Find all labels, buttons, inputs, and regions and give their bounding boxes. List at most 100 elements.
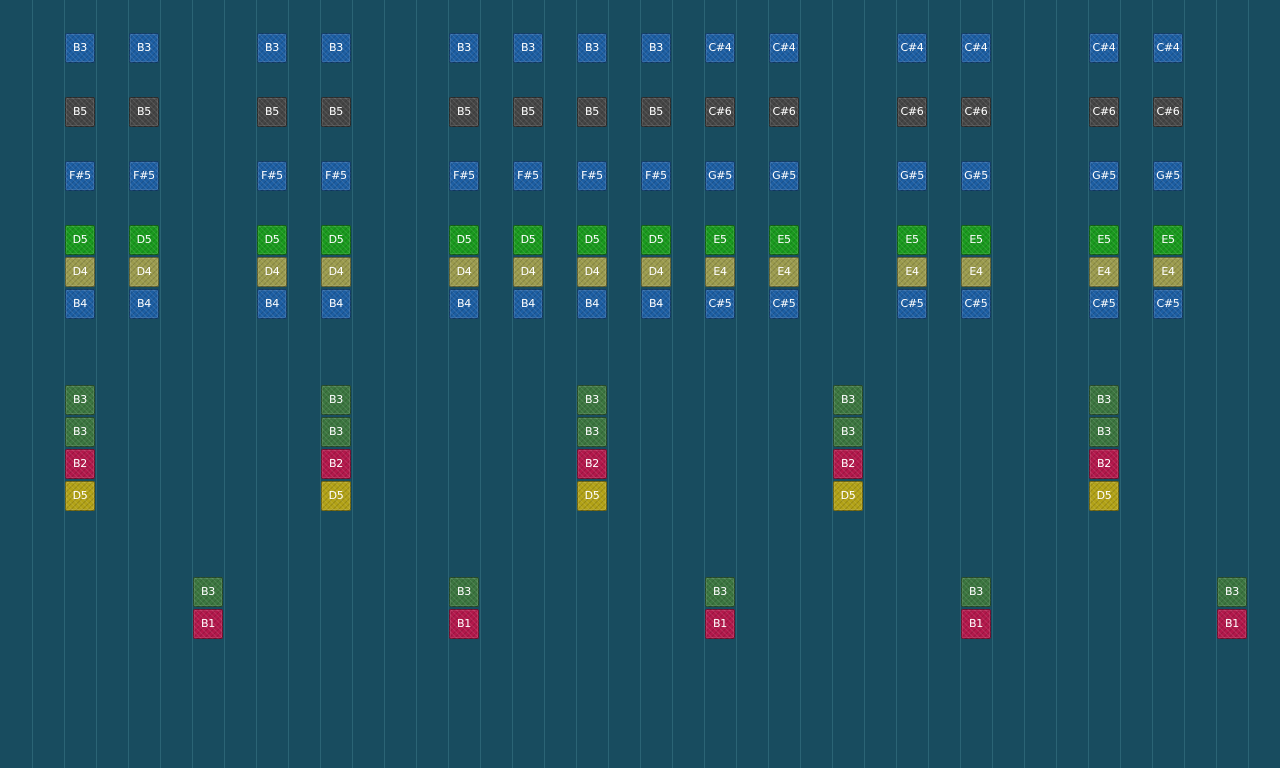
note-block[interactable]: G#5	[897, 161, 927, 191]
note-block[interactable]: B3	[449, 577, 479, 607]
note-block[interactable]: C#4	[897, 33, 927, 63]
note-block[interactable]: C#6	[961, 97, 991, 127]
note-block[interactable]: B3	[1217, 577, 1247, 607]
note-block[interactable]: B5	[65, 97, 95, 127]
note-block[interactable]: B3	[705, 577, 735, 607]
note-block[interactable]: C#5	[705, 289, 735, 319]
note-block[interactable]: B3	[833, 385, 863, 415]
note-block[interactable]: F#5	[641, 161, 671, 191]
note-block[interactable]: B5	[129, 97, 159, 127]
note-block[interactable]: B4	[513, 289, 543, 319]
note-block[interactable]: D5	[1089, 481, 1119, 511]
note-block[interactable]: G#5	[769, 161, 799, 191]
note-block[interactable]: E4	[1153, 257, 1183, 287]
note-block[interactable]: E5	[1089, 225, 1119, 255]
note-block[interactable]: C#6	[897, 97, 927, 127]
note-block[interactable]: F#5	[129, 161, 159, 191]
note-block[interactable]: E5	[961, 225, 991, 255]
note-block[interactable]: B4	[449, 289, 479, 319]
note-block[interactable]: C#5	[961, 289, 991, 319]
note-block[interactable]: B3	[65, 385, 95, 415]
note-block[interactable]: B2	[577, 449, 607, 479]
note-block[interactable]: C#6	[705, 97, 735, 127]
note-block[interactable]: C#5	[897, 289, 927, 319]
note-block[interactable]: B4	[321, 289, 351, 319]
note-block[interactable]: F#5	[449, 161, 479, 191]
note-block[interactable]: B3	[321, 33, 351, 63]
note-block[interactable]: B2	[65, 449, 95, 479]
note-block[interactable]: B4	[257, 289, 287, 319]
note-block[interactable]: B3	[129, 33, 159, 63]
note-block[interactable]: D4	[449, 257, 479, 287]
note-block[interactable]: B3	[65, 33, 95, 63]
note-block[interactable]: E5	[769, 225, 799, 255]
note-block[interactable]: B3	[257, 33, 287, 63]
note-block[interactable]: B3	[1089, 385, 1119, 415]
note-block[interactable]: G#5	[961, 161, 991, 191]
note-block[interactable]: C#5	[1153, 289, 1183, 319]
note-block[interactable]: B1	[705, 609, 735, 639]
note-block[interactable]: D5	[65, 481, 95, 511]
note-block[interactable]: F#5	[65, 161, 95, 191]
note-block[interactable]: B3	[193, 577, 223, 607]
note-block[interactable]: C#6	[1089, 97, 1119, 127]
note-block[interactable]: D5	[257, 225, 287, 255]
note-block[interactable]: B3	[1089, 417, 1119, 447]
note-block[interactable]: D4	[321, 257, 351, 287]
note-block[interactable]: B5	[641, 97, 671, 127]
note-block[interactable]: B3	[641, 33, 671, 63]
note-block[interactable]: E5	[897, 225, 927, 255]
note-block[interactable]: B3	[513, 33, 543, 63]
note-block[interactable]: D5	[577, 225, 607, 255]
note-block[interactable]: F#5	[257, 161, 287, 191]
note-block[interactable]: C#5	[1089, 289, 1119, 319]
note-block[interactable]: B5	[257, 97, 287, 127]
note-block[interactable]: B4	[129, 289, 159, 319]
note-block[interactable]: E4	[705, 257, 735, 287]
note-block[interactable]: D5	[577, 481, 607, 511]
note-block[interactable]: D4	[577, 257, 607, 287]
note-block[interactable]: D5	[513, 225, 543, 255]
note-block[interactable]: B3	[577, 417, 607, 447]
note-block[interactable]: D4	[65, 257, 95, 287]
note-block[interactable]: C#6	[1153, 97, 1183, 127]
note-block[interactable]: F#5	[321, 161, 351, 191]
note-block[interactable]: G#5	[705, 161, 735, 191]
note-block[interactable]: C#4	[769, 33, 799, 63]
note-block[interactable]: B3	[833, 417, 863, 447]
note-block[interactable]: G#5	[1089, 161, 1119, 191]
note-block[interactable]: C#4	[1089, 33, 1119, 63]
note-block[interactable]: D4	[257, 257, 287, 287]
note-block[interactable]: B4	[65, 289, 95, 319]
piano-roll-grid[interactable]: B3 B5 F#5 D5 D4 B4 B3 B3 B2 D5 B3 B5 F#5 D5 D4 B4 B3 B1 B3…	[0, 0, 1280, 768]
note-block[interactable]: B3	[577, 33, 607, 63]
note-block[interactable]: F#5	[513, 161, 543, 191]
note-block[interactable]: B1	[961, 609, 991, 639]
note-block[interactable]: D4	[513, 257, 543, 287]
note-block[interactable]: D5	[65, 225, 95, 255]
note-block[interactable]: E4	[897, 257, 927, 287]
note-block[interactable]: B3	[961, 577, 991, 607]
note-block[interactable]: E5	[705, 225, 735, 255]
note-block[interactable]: E4	[961, 257, 991, 287]
note-block[interactable]: B3	[321, 385, 351, 415]
note-block[interactable]: C#5	[769, 289, 799, 319]
note-block[interactable]: B5	[449, 97, 479, 127]
note-block[interactable]: B4	[577, 289, 607, 319]
note-block[interactable]: B5	[513, 97, 543, 127]
note-block[interactable]: F#5	[577, 161, 607, 191]
note-block[interactable]: D5	[321, 481, 351, 511]
note-block[interactable]: B3	[449, 33, 479, 63]
note-block[interactable]: B2	[1089, 449, 1119, 479]
note-block[interactable]: B2	[833, 449, 863, 479]
note-block[interactable]: B1	[449, 609, 479, 639]
note-block[interactable]: D5	[129, 225, 159, 255]
note-block[interactable]: C#6	[769, 97, 799, 127]
note-block[interactable]: B1	[193, 609, 223, 639]
note-block[interactable]: B2	[321, 449, 351, 479]
note-block[interactable]: B1	[1217, 609, 1247, 639]
note-block[interactable]: D5	[833, 481, 863, 511]
note-block[interactable]: B4	[641, 289, 671, 319]
note-block[interactable]: D4	[129, 257, 159, 287]
note-block[interactable]: C#4	[1153, 33, 1183, 63]
